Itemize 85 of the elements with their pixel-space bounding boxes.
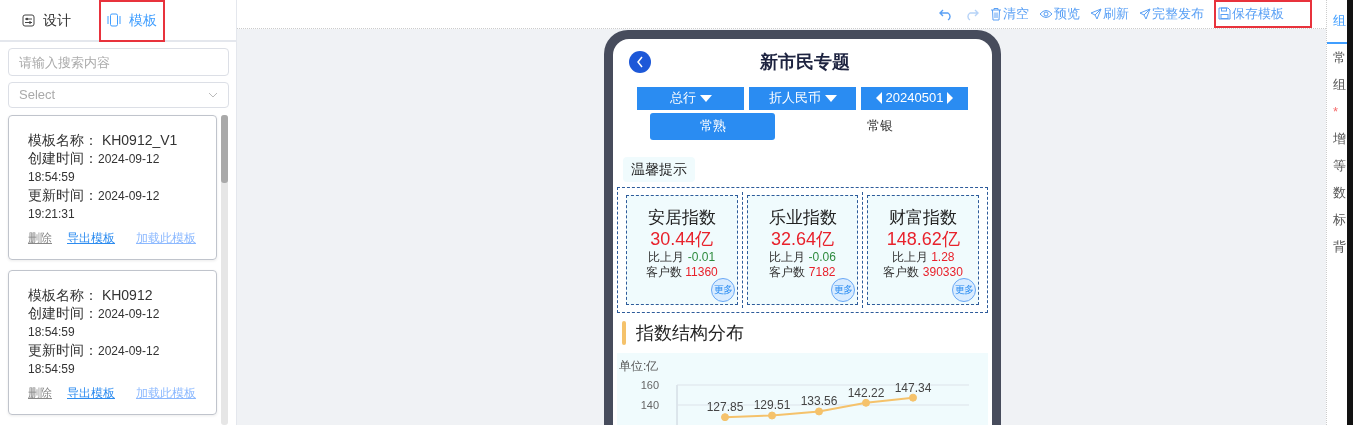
- delete-link[interactable]: 删除: [28, 229, 52, 247]
- index-name: 乐业指数: [767, 207, 838, 228]
- index-name: 安居指数: [646, 207, 717, 228]
- property-label: 背: [1332, 237, 1347, 256]
- branch-tab[interactable]: 常银: [817, 112, 942, 140]
- send-icon: [1090, 7, 1102, 20]
- chevron-down-icon: [208, 92, 218, 98]
- y-tick: 140: [640, 398, 659, 411]
- toolbar-button[interactable]: 刷新: [1090, 4, 1129, 24]
- section-title: 指数结构分布: [636, 321, 744, 345]
- toolbar-button[interactable]: 清空: [990, 4, 1029, 24]
- data-point: [909, 393, 917, 402]
- data-label: 133.56: [800, 393, 838, 408]
- select-dropdown[interactable]: Select: [8, 82, 229, 108]
- load-link[interactable]: 加载此模板: [136, 384, 196, 402]
- created-time: 创建时间：2024-09-12 18:54:59: [28, 149, 161, 186]
- change-value: 1.28: [931, 249, 955, 264]
- search-field[interactable]: 请输入搜索内容: [8, 48, 229, 76]
- export-link[interactable]: 导出模板: [67, 229, 115, 247]
- save-icon: [1218, 7, 1231, 21]
- export-link[interactable]: 导出模板: [67, 384, 115, 402]
- toolbar-button[interactable]: 预览: [1039, 4, 1080, 24]
- month-change: 比上月 -0.01: [647, 249, 717, 265]
- data-point: [815, 406, 823, 415]
- property-label: 数: [1332, 183, 1347, 202]
- data-label: 147.34: [894, 380, 932, 395]
- sidebar-tab[interactable]: 设计: [14, 0, 79, 42]
- send-icon: [1139, 7, 1151, 20]
- change-value: -0.06: [808, 249, 836, 264]
- index-value: 30.44亿: [649, 227, 715, 250]
- change-value: -0.01: [687, 249, 716, 264]
- customer-count: 客户数 390330: [882, 264, 964, 280]
- filter-button[interactable]: 折人民币: [749, 86, 856, 110]
- back-button[interactable]: [629, 51, 651, 73]
- more-button[interactable]: 更多: [710, 277, 735, 302]
- chart-unit: 单位:亿: [619, 357, 660, 375]
- updated-time: 更新时间：2024-09-12 19:21:31: [28, 186, 161, 223]
- more-button[interactable]: 更多: [952, 277, 976, 302]
- trash-icon: [990, 6, 1002, 21]
- caret-down-icon: [824, 94, 837, 102]
- created-time: 创建时间：2024-09-12 18:54:59: [28, 304, 161, 341]
- data-label: 129.51: [753, 398, 791, 412]
- data-point: [721, 412, 729, 421]
- section-marker: [622, 321, 626, 345]
- property-label: 等: [1332, 156, 1347, 175]
- property-label: 标: [1332, 210, 1347, 229]
- property-label: 组: [1332, 75, 1347, 94]
- updated-time: 更新时间：2024-09-12 18:54:59: [28, 341, 161, 378]
- chevron-left-icon: [636, 56, 644, 68]
- month-change: 比上月 1.28: [890, 249, 956, 265]
- panel-tab[interactable]: 组: [1327, 0, 1347, 44]
- toolbar-button[interactable]: 保存模板: [1214, 0, 1312, 28]
- page-title: 新市民专题: [758, 50, 851, 74]
- caret-right-icon: [947, 92, 954, 104]
- sidebar-tab[interactable]: 模板: [99, 0, 165, 42]
- template-name: 模板名称： KH0912_V1: [28, 132, 179, 150]
- data-point: [862, 398, 870, 407]
- load-link[interactable]: 加载此模板: [136, 229, 196, 247]
- sliders-icon: [22, 13, 35, 27]
- customer-count: 客户数 11360: [644, 264, 719, 280]
- index-value: 32.64亿: [770, 227, 836, 250]
- scrollbar[interactable]: [221, 115, 228, 425]
- notice-tag: 温馨提示: [623, 156, 695, 182]
- index-name: 财富指数: [888, 207, 959, 228]
- phone-icon: [107, 13, 121, 27]
- data-label: 142.22: [847, 385, 885, 400]
- toolbar-button[interactable]: 完整发布: [1139, 4, 1204, 24]
- delete-link[interactable]: 删除: [28, 384, 52, 402]
- data-point: [768, 411, 776, 419]
- data-label: 127.85: [706, 399, 744, 414]
- more-button[interactable]: 更多: [831, 277, 856, 302]
- filter-button[interactable]: 总行: [637, 86, 744, 110]
- index-value: 148.62亿: [885, 227, 961, 250]
- property-label: *: [1332, 102, 1340, 121]
- y-tick: 160: [640, 378, 659, 391]
- month-change: 比上月 -0.06: [768, 249, 837, 265]
- eye-icon: [1039, 7, 1053, 20]
- customer-count: 客户数 7182: [768, 264, 837, 280]
- template-name: 模板名称： KH0912: [28, 287, 154, 305]
- property-label: 常: [1332, 48, 1347, 67]
- caret-down-icon: [699, 94, 712, 102]
- property-label: 增: [1332, 129, 1347, 148]
- caret-left-icon: [875, 92, 882, 104]
- filter-button[interactable]: 20240501: [861, 86, 968, 110]
- branch-tab[interactable]: 常熟: [650, 112, 775, 140]
